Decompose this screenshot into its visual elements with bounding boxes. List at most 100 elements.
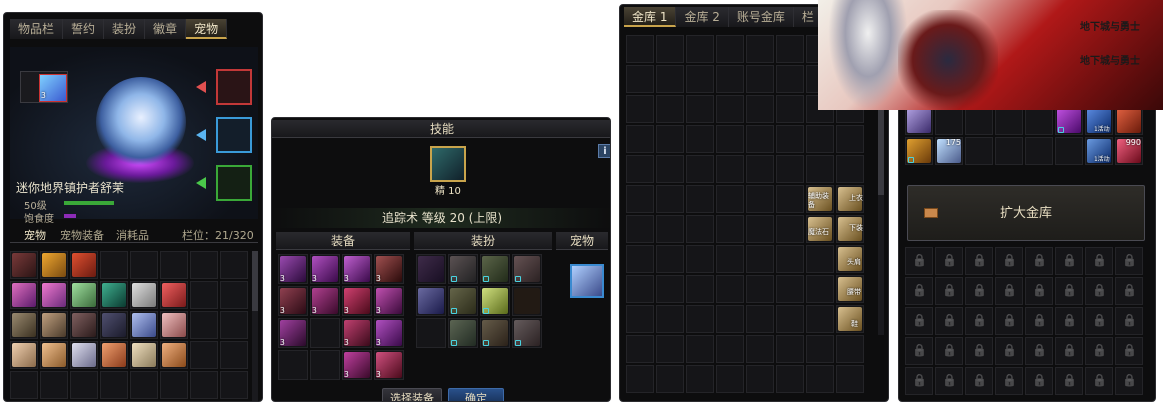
equip-slot[interactable]: 3 [374,318,404,348]
storage-cell[interactable] [626,125,654,153]
storage-cell[interactable] [1055,137,1083,165]
storage-cell[interactable] [656,65,684,93]
storage-cell[interactable] [776,155,804,183]
avatar-slot[interactable] [480,286,510,316]
equip-slot[interactable]: 3 [374,254,404,284]
avatar-slot[interactable] [416,286,446,316]
subtab-pet-equip[interactable]: 宠物装备 [60,227,104,243]
grid-cell[interactable] [100,341,128,369]
storage-cell[interactable] [746,275,774,303]
equip-slot[interactable]: 3 [342,286,372,316]
storage-cell[interactable] [776,335,804,363]
avatar-slot[interactable] [448,286,478,316]
grid-cell[interactable] [40,341,68,369]
avatar-slot[interactable] [512,318,542,348]
grid-cell[interactable] [40,371,68,399]
grid-cell[interactable] [100,281,128,309]
tab-storage-1[interactable]: 金库 1 [624,7,677,27]
storage-cell[interactable]: 1活动 [1085,107,1113,135]
storage-cell[interactable] [965,137,993,165]
storage-cell[interactable] [776,35,804,63]
storage-cell[interactable] [716,215,744,243]
storage-cell[interactable] [656,275,684,303]
storage-cell[interactable] [716,185,744,213]
grid-cell[interactable] [10,251,38,279]
storage-cell[interactable] [746,335,774,363]
equip-slot[interactable]: 3 [374,286,404,316]
storage-cell[interactable] [686,95,714,123]
storage-cell[interactable] [686,275,714,303]
storage-cell[interactable]: 1活动 [1085,137,1113,165]
storage-cell[interactable]: 辅助装备 [806,185,834,213]
storage-cell[interactable] [626,275,654,303]
storage-cell[interactable] [776,95,804,123]
storage-cell[interactable] [626,95,654,123]
grid-cell[interactable] [160,251,188,279]
equip-slot[interactable] [310,318,340,348]
tab-items[interactable]: 物品栏 [10,19,64,39]
grid-cell[interactable] [220,251,248,279]
storage-cell[interactable] [836,125,864,153]
equip-slot[interactable]: 3 [278,286,308,316]
select-equip-button[interactable]: 选择装备 [382,388,442,401]
grid-cell[interactable] [10,341,38,369]
equip-slot[interactable]: 3 [374,350,404,380]
storage-cell[interactable]: 魔法石 [806,215,834,243]
storage-cell[interactable] [626,305,654,333]
storage-cell[interactable]: 腰带 [836,275,864,303]
storage-cell[interactable] [995,137,1023,165]
storage-cell[interactable] [836,365,864,393]
storage-cell[interactable] [656,365,684,393]
tab-pledge[interactable]: 誓约 [63,19,105,39]
grid-cell[interactable] [160,341,188,369]
storage-cell[interactable] [626,215,654,243]
grid-cell[interactable] [10,281,38,309]
storage-cell[interactable] [746,35,774,63]
storage-cell[interactable] [1115,107,1143,135]
equip-slot-green[interactable] [216,165,252,201]
storage-cell[interactable] [716,365,744,393]
grid-cell[interactable] [130,371,158,399]
grid-cell[interactable] [160,281,188,309]
storage-cell[interactable] [626,65,654,93]
storage-cell[interactable] [626,35,654,63]
equip-slot-blue[interactable] [216,117,252,153]
grid-cell[interactable] [190,341,218,369]
storage-cell[interactable]: 990 [1115,137,1143,165]
equip-slot[interactable]: 3 [342,350,372,380]
storage-cell[interactable] [836,335,864,363]
storage-cell[interactable] [656,335,684,363]
storage-cell[interactable] [1025,107,1053,135]
pet-slot[interactable]: 3 [20,71,68,103]
storage-cell[interactable] [776,185,804,213]
storage-cell[interactable] [746,215,774,243]
info-icon[interactable]: i [598,144,610,158]
storage-cell[interactable] [656,245,684,273]
storage-cell[interactable] [905,137,933,165]
storage-cell[interactable] [626,155,654,183]
grid-cell[interactable] [100,311,128,339]
storage-cell[interactable] [995,107,1023,135]
equip-slot[interactable]: 3 [278,254,308,284]
storage-cell[interactable] [776,305,804,333]
storage-cell[interactable] [716,65,744,93]
storage-cell[interactable] [965,107,993,135]
storage-cell[interactable] [686,155,714,183]
grid-cell[interactable] [100,371,128,399]
storage-cell[interactable] [776,215,804,243]
equip-slot[interactable]: 3 [310,254,340,284]
storage-cell[interactable] [935,107,963,135]
grid-cell[interactable] [160,371,188,399]
storage-cell[interactable] [776,365,804,393]
storage-cell[interactable] [626,185,654,213]
grid-cell[interactable] [190,251,218,279]
tab-emblem[interactable]: 徽章 [145,19,187,39]
grid-cell[interactable] [10,371,38,399]
grid-cell[interactable] [130,311,158,339]
avatar-slot[interactable] [480,318,510,348]
storage-cell[interactable] [626,365,654,393]
storage-cell[interactable] [626,335,654,363]
grid-cell[interactable] [220,341,248,369]
storage-cell[interactable] [686,125,714,153]
storage-cell[interactable] [686,185,714,213]
